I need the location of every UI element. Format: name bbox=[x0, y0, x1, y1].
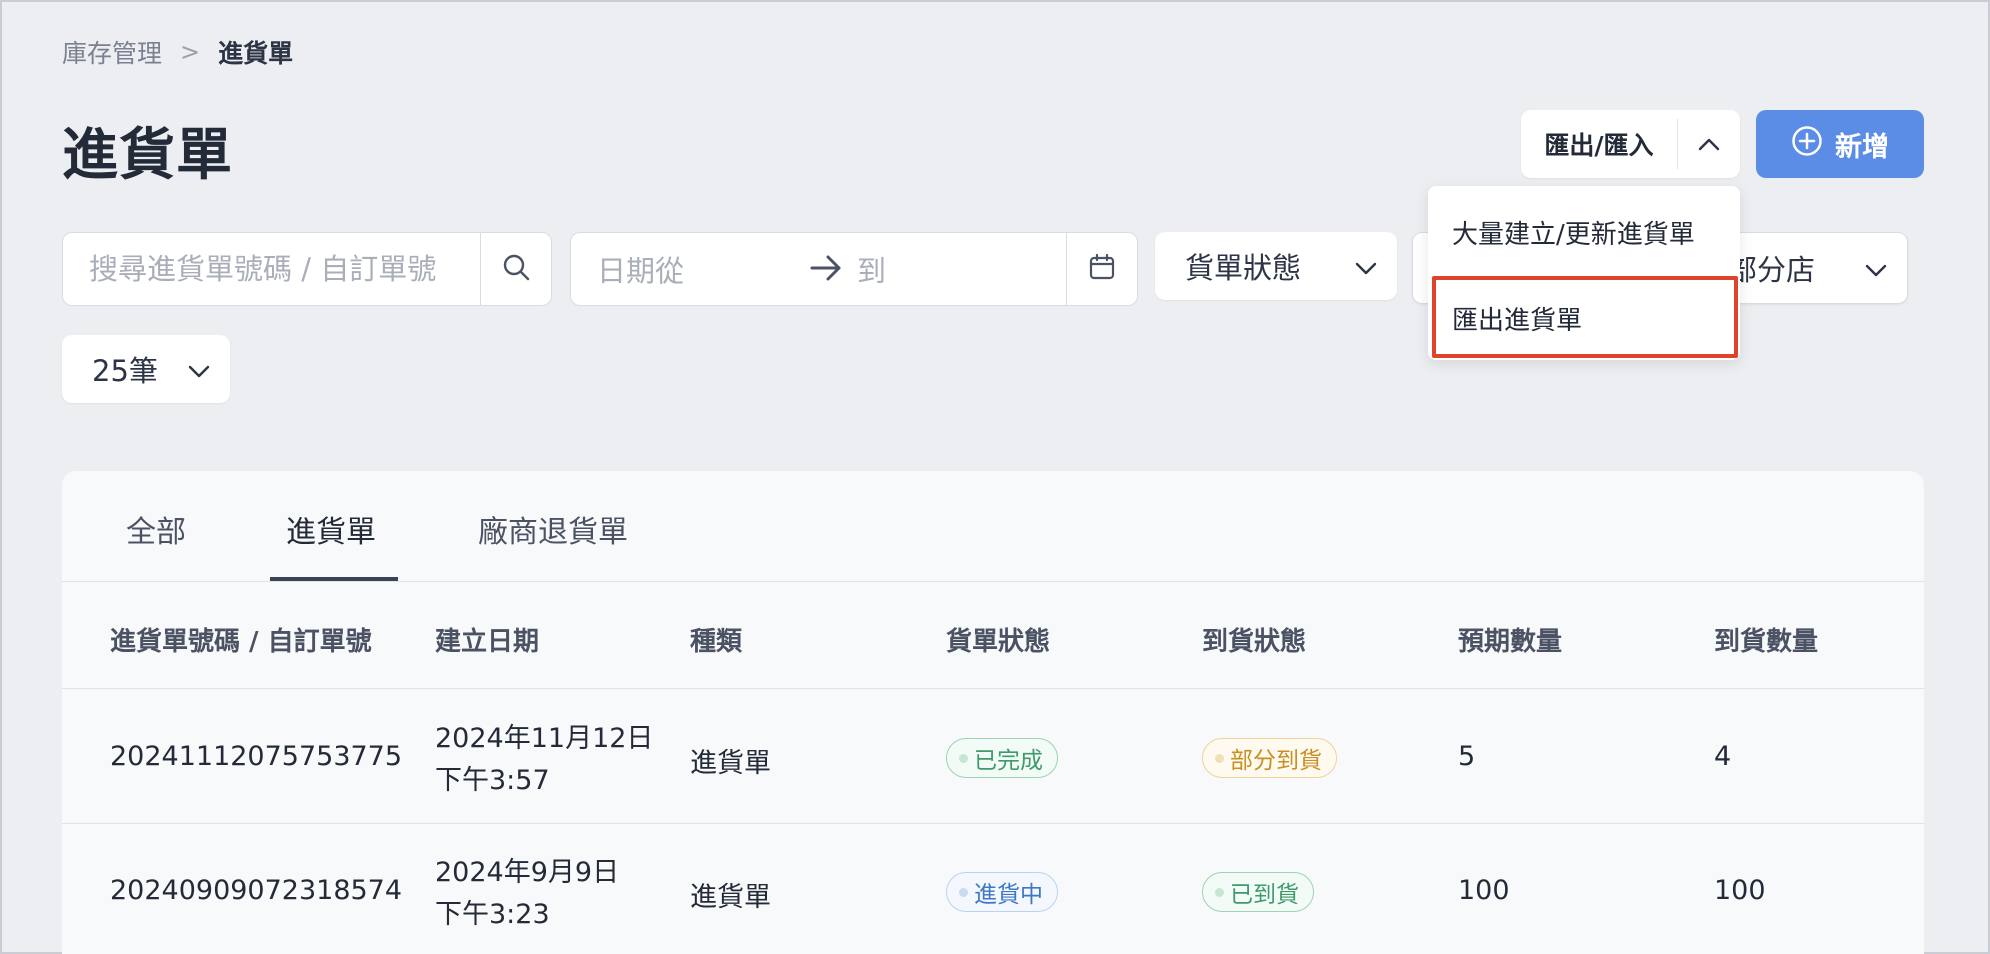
active-tab-indicator bbox=[270, 577, 398, 581]
table-row[interactable]: 20241112075753775 2024年11月12日 下午3:57 進貨單… bbox=[62, 690, 1924, 824]
status-dot-icon bbox=[1215, 753, 1224, 763]
order-status-text: 進貨中 bbox=[974, 882, 1043, 908]
created-date-day: 2024年9月9日 bbox=[435, 857, 620, 888]
received-qty: 4 bbox=[1714, 741, 1732, 772]
arrival-status-badge: 部分到貨 bbox=[1202, 738, 1337, 778]
page-title: 進貨單 bbox=[62, 123, 233, 188]
expected-qty: 5 bbox=[1458, 741, 1476, 772]
created-date-time: 下午3:57 bbox=[435, 765, 550, 796]
column-header-created-date[interactable]: 建立日期 bbox=[435, 621, 539, 658]
export-import-button[interactable]: 匯出/匯入 bbox=[1521, 110, 1740, 178]
order-status-badge: 已完成 bbox=[946, 738, 1058, 778]
calendar-icon bbox=[1087, 252, 1117, 286]
table-header: 進貨單號碼 / 自訂單號 建立日期 種類 貨單狀態 到貨狀態 預期數量 到貨數量 bbox=[62, 583, 1924, 689]
order-type: 進貨單 bbox=[690, 882, 771, 913]
created-date-day: 2024年11月12日 bbox=[435, 723, 654, 754]
tab-all[interactable]: 全部 bbox=[126, 507, 186, 551]
breadcrumb: 庫存管理 > 進貨單 bbox=[62, 34, 293, 70]
order-status-label: 貨單狀態 bbox=[1185, 251, 1302, 285]
arrow-right-icon bbox=[809, 253, 843, 287]
order-status-badge: 進貨中 bbox=[946, 872, 1058, 912]
column-header-order-status[interactable]: 貨單狀態 bbox=[946, 621, 1050, 658]
tab-vendor-returns[interactable]: 廠商退貨單 bbox=[478, 507, 628, 551]
per-page-label: 25筆 bbox=[92, 354, 158, 388]
date-from-field[interactable]: 日期從 bbox=[597, 248, 684, 290]
order-status-text: 已完成 bbox=[974, 748, 1043, 774]
menu-item-export-purchase-orders[interactable]: 匯出進貨單 bbox=[1452, 300, 1582, 337]
chevron-down-icon bbox=[1355, 249, 1377, 283]
created-date: 2024年9月9日 下午3:23 bbox=[435, 852, 619, 936]
search-icon bbox=[501, 252, 531, 286]
status-dot-icon bbox=[959, 887, 968, 897]
menu-item-bulk-create-update[interactable]: 大量建立/更新進貨單 bbox=[1452, 214, 1695, 251]
column-header-expected-qty[interactable]: 預期數量 bbox=[1458, 621, 1562, 658]
tab-bar: 全部 進貨單 廠商退貨單 bbox=[62, 471, 1924, 582]
column-header-number[interactable]: 進貨單號碼 / 自訂單號 bbox=[110, 621, 372, 658]
tab-purchase-orders[interactable]: 進貨單 bbox=[286, 507, 376, 551]
order-number[interactable]: 20241112075753775 bbox=[110, 741, 402, 772]
arrival-status-text: 已到貨 bbox=[1230, 882, 1299, 908]
plus-circle-icon bbox=[1791, 125, 1823, 164]
chevron-right-icon: > bbox=[180, 38, 201, 66]
store-select-label: 部分店 bbox=[1727, 253, 1815, 287]
date-to-field[interactable]: 到 bbox=[857, 248, 886, 290]
export-import-label[interactable]: 匯出/匯入 bbox=[1521, 126, 1677, 162]
column-header-type[interactable]: 種類 bbox=[690, 621, 742, 658]
chevron-up-icon[interactable] bbox=[1678, 110, 1740, 178]
breadcrumb-inventory-link[interactable]: 庫存管理 bbox=[62, 34, 162, 70]
expected-qty: 100 bbox=[1458, 875, 1510, 906]
arrival-status-text: 部分到貨 bbox=[1230, 748, 1322, 774]
arrival-status-badge: 已到貨 bbox=[1202, 872, 1314, 912]
purchase-orders-card: 全部 進貨單 廠商退貨單 進貨單號碼 / 自訂單號 建立日期 種類 貨單狀態 到… bbox=[62, 471, 1924, 954]
order-number[interactable]: 20240909072318574 bbox=[110, 875, 402, 906]
received-qty: 100 bbox=[1714, 875, 1766, 906]
order-type: 進貨單 bbox=[690, 748, 771, 779]
column-header-arrival-status[interactable]: 到貨狀態 bbox=[1202, 621, 1306, 658]
chevron-down-icon bbox=[1865, 251, 1887, 285]
order-status-select[interactable]: 貨單狀態 bbox=[1155, 232, 1397, 300]
search-button[interactable] bbox=[480, 233, 551, 305]
export-dropdown-menu: 大量建立/更新進貨單 匯出進貨單 bbox=[1428, 186, 1740, 360]
created-date: 2024年11月12日 下午3:57 bbox=[435, 718, 653, 802]
search-box bbox=[62, 232, 552, 306]
per-page-select[interactable]: 25筆 bbox=[62, 335, 230, 403]
add-button-label: 新增 bbox=[1835, 131, 1889, 163]
calendar-button[interactable] bbox=[1066, 233, 1137, 305]
status-dot-icon bbox=[1215, 887, 1224, 897]
created-date-time: 下午3:23 bbox=[435, 899, 550, 930]
table-row[interactable]: 20240909072318574 2024年9月9日 下午3:23 進貨單 進… bbox=[62, 824, 1924, 954]
column-header-received-qty[interactable]: 到貨數量 bbox=[1714, 621, 1818, 658]
search-input[interactable] bbox=[63, 233, 480, 305]
breadcrumb-current: 進貨單 bbox=[218, 39, 294, 68]
chevron-down-icon bbox=[188, 352, 210, 386]
status-dot-icon bbox=[959, 753, 968, 763]
date-range-picker[interactable]: 日期從 到 bbox=[570, 232, 1138, 306]
add-button[interactable]: 新增 bbox=[1756, 110, 1924, 178]
